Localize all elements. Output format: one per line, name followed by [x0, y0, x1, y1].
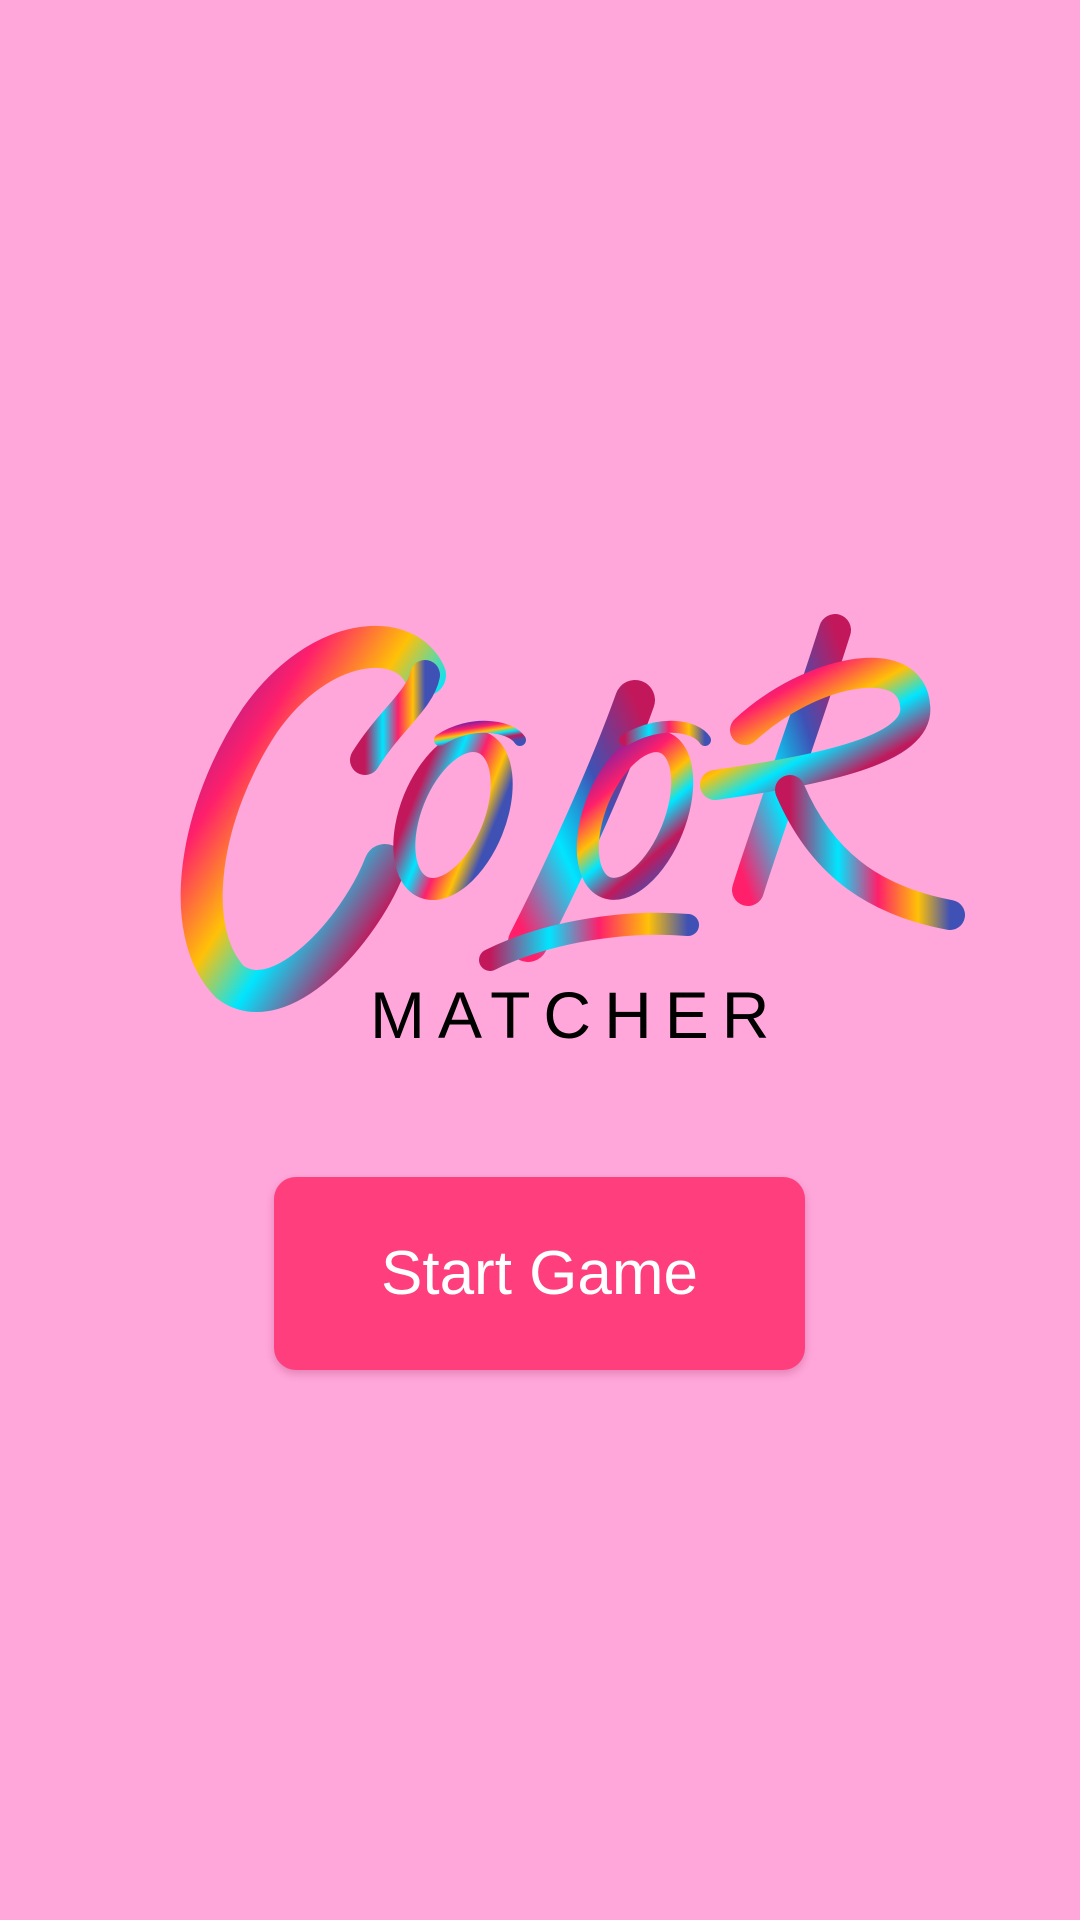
logo-subtitle: MATCHER: [370, 978, 783, 1052]
start-screen: MATCHER Start Game: [0, 0, 1080, 1920]
start-game-button[interactable]: Start Game: [274, 1177, 805, 1370]
letter-r-leg: [775, 775, 965, 930]
letter-o1-stroke: [393, 729, 513, 901]
letter-c-stroke: [180, 626, 446, 1012]
letter-o2-stroke: [576, 730, 694, 900]
